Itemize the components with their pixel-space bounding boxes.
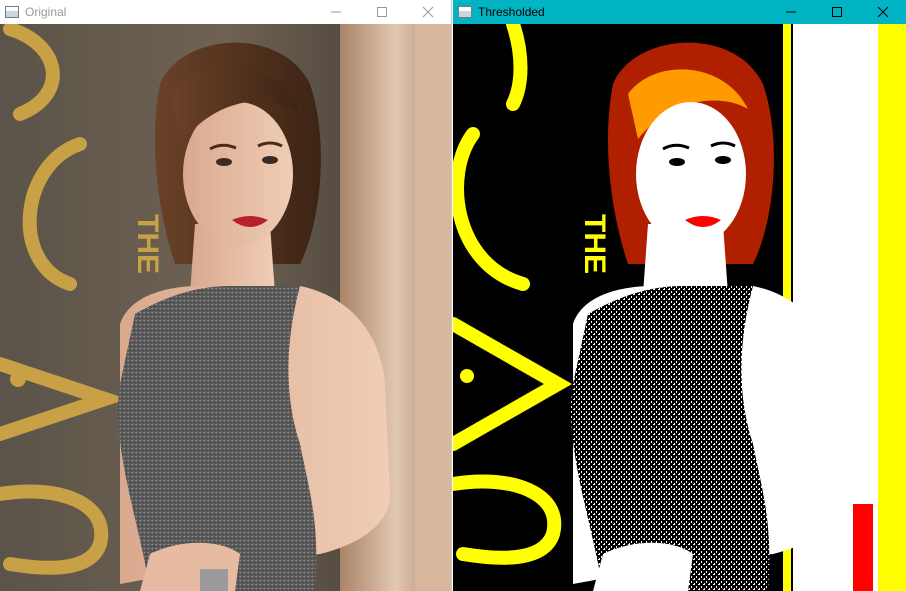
close-button[interactable] [405,0,451,24]
maximize-button[interactable] [359,0,405,24]
original-window: Original THE [0,0,452,591]
thresholded-image-canvas: THE [453,24,906,591]
minimize-icon [331,11,341,13]
original-image-canvas: THE [0,24,451,591]
thresholded-titlebar[interactable]: Thresholded [453,0,906,24]
backdrop-lettering: THE [131,214,164,274]
window-title: Thresholded [478,5,545,19]
backdrop-lettering: THE [578,214,611,274]
close-icon [422,6,434,18]
maximize-icon [832,7,842,17]
thresholded-window: Thresholded THE [453,0,906,591]
minimize-button[interactable] [313,0,359,24]
window-title: Original [25,5,67,19]
original-titlebar[interactable]: Original [0,0,451,24]
close-button[interactable] [860,0,906,24]
app-window-icon [5,6,19,18]
thresholded-photo: THE [453,24,906,591]
minimize-icon [786,11,796,13]
minimize-button[interactable] [768,0,814,24]
maximize-button[interactable] [814,0,860,24]
close-icon [877,6,889,18]
original-photo: THE [0,24,451,591]
maximize-icon [377,7,387,17]
app-window-icon [458,6,472,18]
